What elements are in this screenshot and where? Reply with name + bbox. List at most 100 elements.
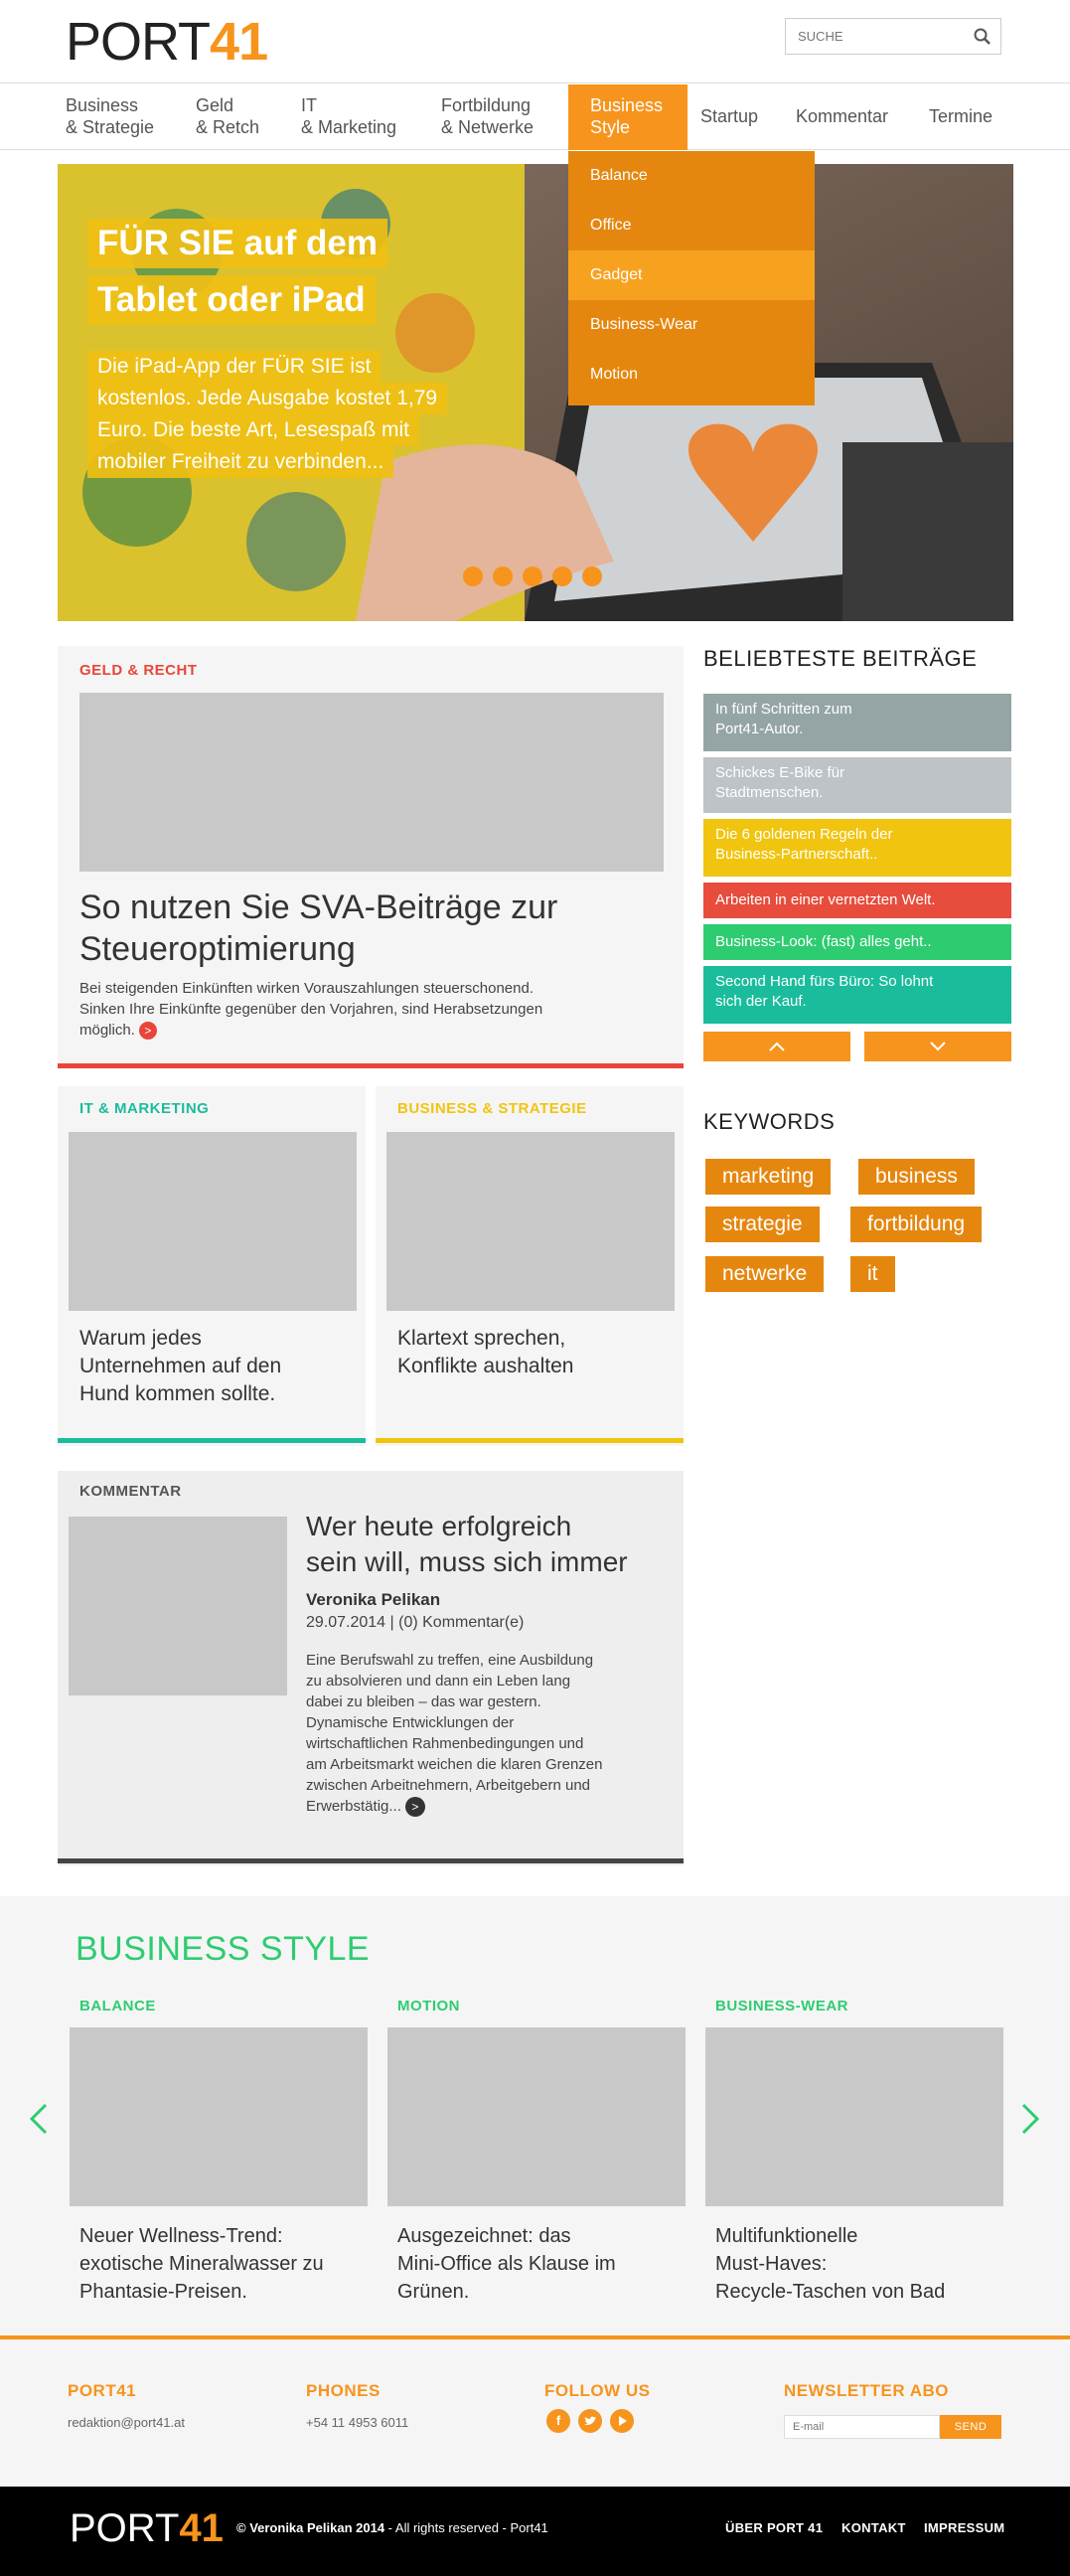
article-title[interactable]: So nutzen Sie SVA-Beiträge zur Steueropti… (79, 886, 557, 970)
twitter-icon[interactable] (578, 2409, 602, 2433)
business-style-dropdown: Balance Office Gadget Business-Wear Moti… (568, 151, 815, 405)
nav-geld-retch[interactable]: Geld & Retch (196, 84, 259, 150)
keyword-tag[interactable]: it (850, 1256, 895, 1292)
article-title[interactable]: Ausgezeichnet: das Mini-Office als Klaus… (397, 2222, 695, 2306)
hero-slider[interactable]: FÜR SIE auf dem Tablet oder iPad Die iPa… (58, 164, 1013, 621)
article-excerpt: Eine Berufswahl zu treffen, eine Ausbild… (306, 1650, 674, 1818)
hero-title-line2: Tablet oder iPad (87, 275, 376, 325)
popular-item[interactable]: Schickes E-Bike für Stadtmenschen. (703, 757, 1011, 813)
article-kicker[interactable]: MOTION (397, 1998, 460, 2014)
search-box (785, 18, 1001, 55)
slider-dots (463, 566, 612, 588)
carousel-next-icon[interactable] (1017, 2101, 1043, 2137)
keyword-tag[interactable]: business (858, 1159, 975, 1195)
article-card-business-strategie[interactable]: BUSINESS & STRATEGIE Klartext sprechen, … (376, 1086, 684, 1446)
footer-link-ueber[interactable]: ÜBER PORT 41 (725, 2520, 823, 2535)
port41-logo[interactable]: PORT41 (66, 14, 268, 70)
footer-email[interactable]: redaktion@port41.at (68, 2415, 185, 2430)
dropdown-item-gadget[interactable]: Gadget (568, 250, 815, 300)
carousel-prev-icon[interactable] (26, 2101, 52, 2137)
footer-heading: FOLLOW US (544, 2381, 651, 2400)
slider-dot[interactable] (582, 566, 602, 586)
nav-termine[interactable]: Termine (929, 84, 993, 150)
nav-it-marketing[interactable]: IT & Marketing (301, 84, 396, 150)
category-bar (58, 1063, 684, 1068)
keyword-tag[interactable]: fortbildung (850, 1207, 983, 1242)
popular-item[interactable]: Die 6 goldenen Regeln der Business-Partne… (703, 819, 1011, 877)
slider-dot[interactable] (463, 566, 483, 586)
newsletter-email-input[interactable] (784, 2415, 940, 2439)
article-image[interactable] (79, 693, 664, 872)
dropdown-item-office[interactable]: Office (568, 201, 815, 250)
author-name[interactable]: Veronika Pelikan (306, 1590, 440, 1610)
article-title[interactable]: Multifunktionelle Must-Haves: Recycle-Ta… (715, 2222, 1013, 2306)
article-title[interactable]: Neuer Wellness-Trend: exotische Mineralw… (79, 2222, 378, 2306)
nav-startup[interactable]: Startup (700, 84, 758, 150)
slider-dot[interactable] (552, 566, 572, 586)
chevron-up-icon (769, 1042, 785, 1051)
category-bar (58, 1858, 684, 1863)
footer-link-impressum[interactable]: IMPRESSUM (924, 2520, 1004, 2535)
article-kicker[interactable]: IT & MARKETING (79, 1100, 209, 1117)
article-kicker[interactable]: GELD & RECHT (79, 662, 198, 679)
hero-text-line: mobiler Freiheit zu verbinden... (87, 446, 394, 478)
popular-item[interactable]: Second Hand fürs Büro: So lohnt sich der … (703, 966, 1011, 1024)
footer-heading: NEWSLETTER ABO (784, 2381, 949, 2400)
article-title[interactable]: Wer heute erfolgreich sein will, muss sic… (306, 1509, 628, 1580)
newsletter-send-button[interactable]: SEND (940, 2415, 1001, 2439)
scroll-up-button[interactable] (703, 1032, 850, 1061)
category-bar (58, 1438, 366, 1443)
read-more-icon[interactable]: > (404, 1797, 425, 1818)
footer-phone[interactable]: +54 11 4953 6011 (306, 2415, 408, 2430)
category-bar (376, 1438, 684, 1443)
footer-link-kontakt[interactable]: KONTAKT (841, 2520, 906, 2535)
featured-article-card[interactable]: GELD & RECHT So nutzen Sie SVA-Beiträge … (58, 646, 684, 1068)
main-nav: Business & Strategie Geld & Retch IT & Mark… (0, 84, 1070, 150)
keyword-tag[interactable]: strategie (705, 1207, 820, 1242)
article-excerpt: Bei steigenden Einkünften wirken Vorausz… (79, 980, 543, 1041)
article-card-it-marketing[interactable]: IT & MARKETING Warum jedes Unternehmen a… (58, 1086, 366, 1446)
article-kicker[interactable]: BALANCE (79, 1998, 156, 2014)
search-input[interactable] (786, 19, 965, 54)
chevron-down-icon (930, 1042, 946, 1051)
read-more-icon[interactable]: > (138, 1022, 157, 1041)
scroll-down-button[interactable] (864, 1032, 1011, 1061)
slider-dot[interactable] (523, 566, 542, 586)
article-kicker[interactable]: KOMMENTAR (79, 1483, 182, 1500)
keyword-tag[interactable]: netwerke (705, 1256, 825, 1292)
hero-text-line: kostenlos. Jede Ausgabe kostet 1,79 (87, 383, 448, 414)
article-image[interactable] (69, 1517, 287, 1695)
keyword-tag[interactable]: marketing (705, 1159, 832, 1195)
nav-kommentar[interactable]: Kommentar (796, 84, 888, 150)
port41-logo[interactable]: PORT41 (70, 2504, 224, 2552)
section-heading: BUSINESS STYLE (76, 1930, 371, 1968)
article-kicker[interactable]: BUSINESS & STRATEGIE (397, 1100, 587, 1117)
article-image[interactable] (387, 2027, 686, 2206)
popular-item[interactable]: In fünf Schritten zum Port41-Autor. (703, 694, 1011, 751)
article-kicker[interactable]: BUSINESS-WEAR (715, 1998, 848, 2014)
article-title[interactable]: Warum jedes Unternehmen auf den Hund kom… (79, 1325, 281, 1408)
article-image[interactable] (70, 2027, 368, 2206)
kommentar-card[interactable]: KOMMENTAR Wer heute erfolgreich sein will… (58, 1471, 684, 1865)
facebook-icon[interactable]: f (546, 2409, 570, 2433)
popular-item[interactable]: Business-Look: (fast) alles geht.. (703, 924, 1011, 960)
nav-business-strategie[interactable]: Business & Strategie (66, 84, 154, 150)
search-icon[interactable] (973, 27, 993, 47)
nav-fortbildung-netwerke[interactable]: Fortbildung & Netwerke (441, 84, 534, 150)
article-image[interactable] (386, 1132, 675, 1311)
dropdown-item-balance[interactable]: Balance (568, 151, 815, 201)
keywords-heading: KEYWORDS (703, 1109, 836, 1134)
article-meta: 29.07.2014 | (0) Kommentar(e) (306, 1614, 525, 1631)
business-style-section: BUSINESS STYLE BALANCE MOTION BUSINESS-W… (0, 1896, 1070, 2335)
nav-business-style[interactable]: Business Style (568, 84, 688, 150)
dropdown-item-motion[interactable]: Motion (568, 350, 815, 400)
slider-dot[interactable] (493, 566, 513, 586)
site-footer: PORT41 redaktion@port41.at PHONES +54 11… (0, 2339, 1070, 2487)
article-title[interactable]: Klartext sprechen, Konflikte aushalten (397, 1325, 573, 1380)
popular-item[interactable]: Arbeiten in einer vernetzten Welt. (703, 883, 1011, 918)
article-image[interactable] (69, 1132, 357, 1311)
hero-title-line1: FÜR SIE auf dem (87, 219, 387, 268)
article-image[interactable] (705, 2027, 1003, 2206)
dropdown-item-business-wear[interactable]: Business-Wear (568, 300, 815, 350)
youtube-icon[interactable] (610, 2409, 634, 2433)
